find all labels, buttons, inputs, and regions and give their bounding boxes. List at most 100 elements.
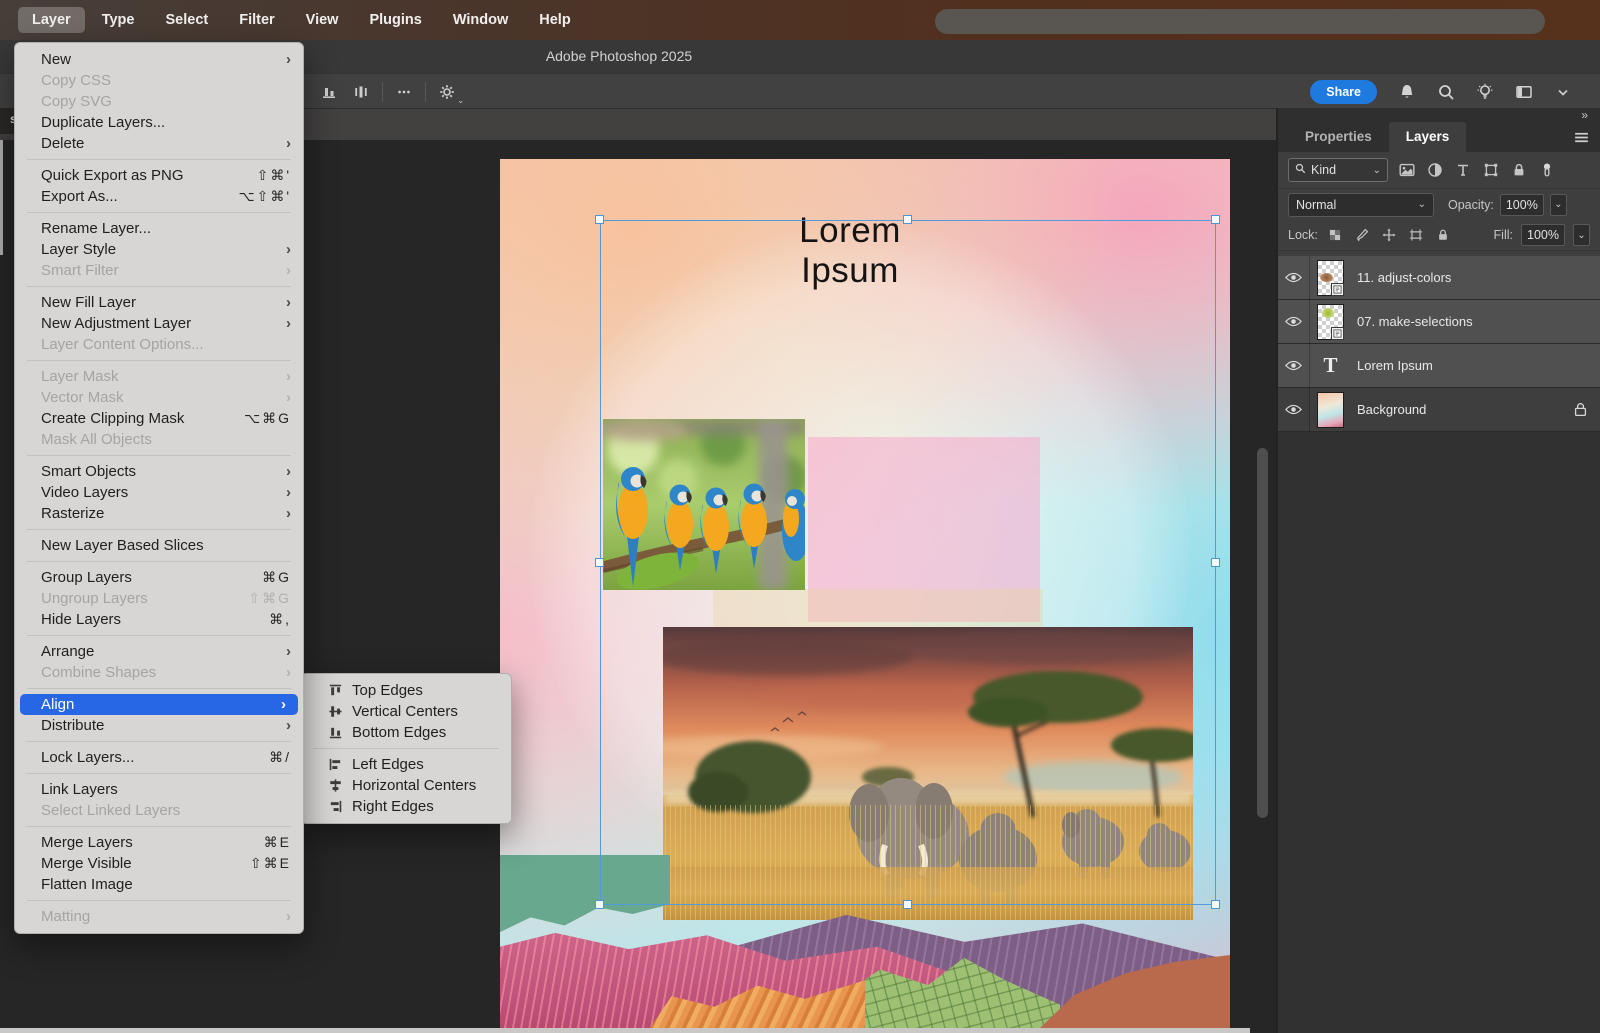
menu-item-lock-layers[interactable]: Lock Layers...⌘/ (15, 747, 303, 768)
layer-row-07-make-selections[interactable]: 07. make-selections (1278, 300, 1600, 344)
menubar-item-help[interactable]: Help (525, 7, 584, 33)
layer-row-11-adjust-colors[interactable]: 11. adjust-colors (1278, 256, 1600, 300)
panels-icon[interactable] (1515, 83, 1533, 101)
collapse-panel-icon[interactable]: » (1581, 108, 1588, 122)
selection-handle-bottom-right[interactable] (1211, 900, 1220, 909)
layer-row-background[interactable]: Background (1278, 388, 1600, 432)
opacity-input[interactable]: 100% (1500, 194, 1544, 216)
parrots-image[interactable] (603, 419, 805, 590)
lock-transparency-icon[interactable] (1326, 226, 1344, 244)
opacity-dropdown-button[interactable]: ⌄ (1550, 194, 1567, 216)
submenu-item-right-edges[interactable]: Right Edges (301, 796, 511, 817)
submenu-item-label: Horizontal Centers (352, 775, 476, 796)
canvas-vertical-scrollbar[interactable] (1257, 448, 1268, 818)
selection-handle-bottom-center[interactable] (903, 900, 912, 909)
menu-item-align[interactable]: Align› (20, 694, 298, 715)
menu-item-smart-objects[interactable]: Smart Objects› (15, 461, 303, 482)
menu-item-quick-export-as-png[interactable]: Quick Export as PNG⇧⌘' (15, 165, 303, 186)
menu-item-label: Quick Export as PNG (41, 165, 257, 186)
submenu-item-horizontal-centers[interactable]: Horizontal Centers (301, 775, 511, 796)
tab-properties[interactable]: Properties (1288, 122, 1389, 152)
menu-item-new-adjustment-layer[interactable]: New Adjustment Layer› (15, 313, 303, 334)
lock-move-icon[interactable] (1380, 226, 1398, 244)
layer-visibility-eye-icon[interactable] (1278, 300, 1310, 344)
selection-handle-mid-right[interactable] (1211, 558, 1220, 567)
menu-item-arrange[interactable]: Arrange› (15, 641, 303, 662)
menu-item-layer-style[interactable]: Layer Style› (15, 239, 303, 260)
selection-handle-bottom-left[interactable] (595, 900, 604, 909)
selection-handle-mid-left[interactable] (595, 558, 604, 567)
submenu-item-bottom-edges[interactable]: Bottom Edges (301, 722, 511, 743)
layer-visibility-eye-icon[interactable] (1278, 256, 1310, 300)
adjustment-filter-icon[interactable] (1423, 159, 1446, 181)
menu-item-delete[interactable]: Delete› (15, 133, 303, 154)
distribute-tool-icon[interactable] (350, 81, 372, 103)
menu-item-video-layers[interactable]: Video Layers› (15, 482, 303, 503)
submenu-item-left-edges[interactable]: Left Edges (301, 754, 511, 775)
image-filter-icon[interactable] (1395, 159, 1418, 181)
submenu-item-top-edges[interactable]: Top Edges (301, 680, 511, 701)
selection-handle-top-right[interactable] (1211, 215, 1220, 224)
layer-thumbnail[interactable] (1317, 304, 1344, 340)
layer-visibility-eye-icon[interactable] (1278, 344, 1310, 388)
menu-item-rasterize[interactable]: Rasterize› (15, 503, 303, 524)
selection-handle-top-left[interactable] (595, 215, 604, 224)
layer-thumbnail[interactable] (1317, 260, 1344, 296)
menu-item-merge-layers[interactable]: Merge Layers⌘E (15, 832, 303, 853)
menu-item-create-clipping-mask[interactable]: Create Clipping Mask⌥⌘G (15, 408, 303, 429)
gear-icon[interactable]: ⌄ (436, 81, 458, 103)
menubar-item-plugins[interactable]: Plugins (355, 7, 435, 33)
menubar-item-view[interactable]: View (292, 7, 353, 33)
tab-layers[interactable]: Layers (1389, 122, 1467, 152)
canvas-heading-text[interactable]: Lorem Ipsum (750, 211, 950, 291)
share-button[interactable]: Share (1310, 80, 1377, 104)
panel-menu-icon[interactable] (1573, 129, 1590, 151)
chevron-down-icon[interactable] (1554, 83, 1572, 101)
menu-item-rename-layer[interactable]: Rename Layer... (15, 218, 303, 239)
shape-filter-icon[interactable] (1479, 159, 1502, 181)
menu-item-new[interactable]: New› (15, 49, 303, 70)
ellipsis-icon[interactable] (393, 81, 415, 103)
menu-item-new-layer-based-slices[interactable]: New Layer Based Slices (15, 535, 303, 556)
layer-thumbnail[interactable] (1317, 392, 1344, 428)
menu-item-distribute[interactable]: Distribute› (15, 715, 303, 736)
lock-all-icon[interactable] (1434, 226, 1452, 244)
layer-row-lorem-ipsum[interactable]: TLorem Ipsum (1278, 344, 1600, 388)
menu-item-label: Export As... (41, 186, 238, 207)
layer-thumbnail[interactable]: T (1317, 348, 1344, 384)
elephants-image[interactable] (663, 627, 1193, 920)
menubar-item-select[interactable]: Select (151, 7, 222, 33)
menu-item-duplicate-layers[interactable]: Duplicate Layers... (15, 112, 303, 133)
fill-dropdown-button[interactable]: ⌄ (1573, 224, 1590, 246)
lock-paint-icon[interactable] (1353, 226, 1371, 244)
menu-item-merge-visible[interactable]: Merge Visible⇧⌘E (15, 853, 303, 874)
filter-toggle-icon[interactable] (1535, 159, 1558, 181)
menubar-item-window[interactable]: Window (439, 7, 522, 33)
smart-filter-icon[interactable] (1507, 159, 1530, 181)
bell-icon[interactable] (1398, 83, 1416, 101)
fill-label: Fill: (1494, 228, 1513, 242)
align-tool-icon[interactable] (318, 81, 340, 103)
layer-visibility-eye-icon[interactable] (1278, 388, 1310, 432)
type-filter-icon[interactable] (1451, 159, 1474, 181)
menu-item-group-layers[interactable]: Group Layers⌘G (15, 567, 303, 588)
search-icon[interactable] (1437, 83, 1455, 101)
submenu-item-vertical-centers[interactable]: Vertical Centers (301, 701, 511, 722)
menu-item-export-as[interactable]: Export As...⌥⇧⌘' (15, 186, 303, 207)
kind-filter-select[interactable]: Kind ⌄ (1288, 158, 1388, 182)
blend-mode-select[interactable]: Normal ⌄ (1288, 193, 1434, 217)
menu-item-new-fill-layer[interactable]: New Fill Layer› (15, 292, 303, 313)
document-canvas[interactable]: Lorem Ipsum (500, 159, 1230, 1028)
menubar-item-type[interactable]: Type (88, 7, 149, 33)
menu-item-label: Link Layers (41, 779, 291, 800)
menu-item-link-layers[interactable]: Link Layers (15, 779, 303, 800)
lock-artboard-icon[interactable] (1407, 226, 1425, 244)
fill-input[interactable]: 100% (1521, 224, 1565, 246)
discover-icon[interactable] (1476, 83, 1494, 101)
menubar-item-layer[interactable]: Layer (18, 7, 85, 33)
menu-item-label: Arrange (41, 641, 278, 662)
menu-item-hide-layers[interactable]: Hide Layers⌘, (15, 609, 303, 630)
menu-item-flatten-image[interactable]: Flatten Image (15, 874, 303, 895)
menubar-item-filter[interactable]: Filter (225, 7, 288, 33)
selection-handle-top-center[interactable] (903, 215, 912, 224)
